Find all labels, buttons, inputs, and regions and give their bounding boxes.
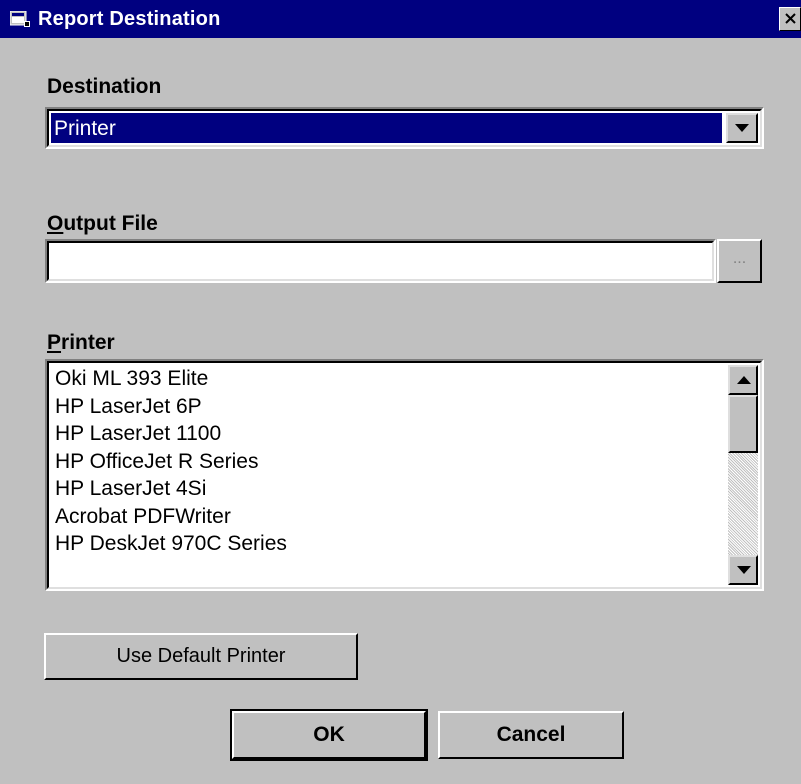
destination-combobox[interactable]: Printer bbox=[45, 107, 764, 149]
scroll-up-button[interactable] bbox=[728, 365, 758, 395]
list-item[interactable]: HP LaserJet 6P bbox=[51, 393, 726, 421]
destination-label: Destination bbox=[47, 75, 162, 98]
window-title: Report Destination bbox=[38, 8, 221, 30]
list-item[interactable]: HP LaserJet 1100 bbox=[51, 420, 726, 448]
window-app-icon bbox=[9, 10, 30, 27]
output-file-label-text: utput File bbox=[63, 212, 158, 235]
chevron-down-icon bbox=[737, 566, 751, 574]
chevron-down-icon bbox=[735, 124, 749, 132]
list-item[interactable]: Oki ML 393 Elite bbox=[51, 365, 726, 393]
printer-listbox[interactable]: Oki ML 393 Elite HP LaserJet 6P HP Laser… bbox=[45, 359, 764, 591]
output-file-field[interactable] bbox=[45, 239, 716, 283]
list-item[interactable]: HP DeskJet 970C Series bbox=[51, 530, 726, 558]
scroll-thumb[interactable] bbox=[728, 395, 758, 453]
cancel-button[interactable]: Cancel bbox=[438, 711, 624, 759]
output-file-input[interactable] bbox=[47, 241, 714, 281]
printer-label-text: rinter bbox=[61, 331, 115, 354]
chevron-up-icon bbox=[737, 376, 751, 384]
destination-dropdown-button[interactable] bbox=[726, 113, 758, 143]
list-item[interactable]: HP OfficeJet R Series bbox=[51, 448, 726, 476]
scroll-down-button[interactable] bbox=[728, 555, 758, 585]
destination-selected-value[interactable]: Printer bbox=[51, 113, 722, 143]
printer-label: Printer bbox=[47, 331, 115, 355]
list-item[interactable]: HP LaserJet 4Si bbox=[51, 475, 726, 503]
browse-button[interactable]: ... bbox=[717, 239, 762, 283]
close-button[interactable] bbox=[779, 7, 801, 31]
title-bar[interactable]: Report Destination bbox=[0, 0, 801, 38]
output-file-label: Output File bbox=[47, 212, 158, 236]
output-file-accelerator: O bbox=[47, 212, 64, 235]
report-destination-dialog: Report Destination Destination Printer O… bbox=[0, 0, 801, 784]
printer-accelerator: P bbox=[47, 331, 62, 354]
printer-list[interactable]: Oki ML 393 Elite HP LaserJet 6P HP Laser… bbox=[51, 365, 726, 585]
printer-scrollbar[interactable] bbox=[728, 365, 758, 585]
ok-button[interactable]: OK bbox=[230, 709, 428, 761]
close-icon bbox=[785, 13, 796, 24]
use-default-printer-button[interactable]: Use Default Printer bbox=[44, 633, 358, 680]
list-item[interactable]: Acrobat PDFWriter bbox=[51, 503, 726, 531]
